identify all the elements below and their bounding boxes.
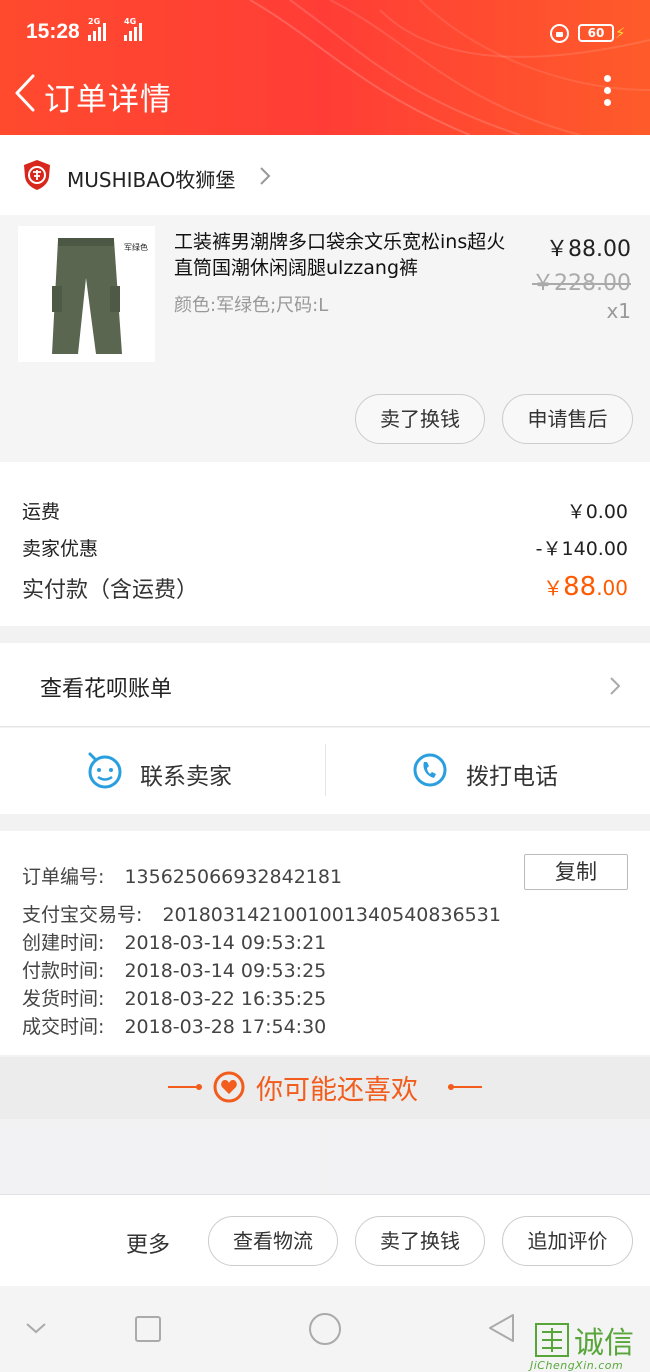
order-info: 订单编号: 135625066932842181 复制 支付宝交易号: 2018… <box>0 831 650 1055</box>
chevron-down-icon[interactable] <box>24 1320 48 1336</box>
contact-seller-label: 联系卖家 <box>140 764 232 790</box>
shipped-time: 2018-03-22 16:35:25 <box>124 988 327 1010</box>
call-phone-label: 拨打电话 <box>466 764 558 790</box>
alipay-trade-number: 2018031421001001340540836531 <box>162 904 501 926</box>
heart-icon <box>213 1071 245 1103</box>
product-original-price: ￥228.00 <box>532 271 631 296</box>
sell-button-bottom[interactable]: 卖了换钱 <box>355 1216 485 1266</box>
image-tag: 军绿色 <box>124 242 148 252</box>
status-bar: 15:28 2G 4G 60 ⚡ <box>0 0 650 48</box>
more-button[interactable]: 更多 <box>126 1227 170 1259</box>
back-triangle-icon[interactable] <box>486 1312 516 1344</box>
product-title[interactable]: 工装裤男潮牌多口袋余文乐宽松ins超火直筒国潮休闲阔腿ulzzang裤 <box>174 229 524 281</box>
product-card[interactable]: 军绿色 工装裤男潮牌多口袋余文乐宽松ins超火直筒国潮休闲阔腿ulzzang裤 … <box>0 215 650 462</box>
shop-row[interactable]: MUSHIBAO牧狮堡 <box>0 135 650 215</box>
discount-value: -￥140.00 <box>535 538 628 560</box>
order-number-row: 订单编号: 135625066932842181 <box>22 862 342 889</box>
decor-dot <box>196 1084 202 1090</box>
discount-row: 卖家优惠 -￥140.00 <box>22 534 628 561</box>
recommend-card[interactable] <box>331 1128 650 1194</box>
recents-square-icon[interactable] <box>134 1315 162 1343</box>
recommend-title: 你可能还喜欢 <box>256 1075 418 1106</box>
paid-label: 实付款（含运费） <box>22 578 199 603</box>
shipped-time-row: 发货时间: 2018-03-22 16:35:25 <box>22 984 326 1011</box>
paid-decimal: .00 <box>596 576 628 600</box>
order-number: 135625066932842181 <box>124 866 343 888</box>
chevron-right-icon <box>610 677 621 695</box>
copy-button[interactable]: 复制 <box>524 854 628 890</box>
alipay-trade-row: 支付宝交易号: 2018031421001001340540836531 <box>22 900 501 927</box>
info-key: 订单编号: <box>22 866 105 888</box>
shipping-row: 运费 ￥0.00 <box>22 497 628 524</box>
signal-label-2: 4G <box>124 17 137 26</box>
status-time: 15:28 <box>26 20 80 43</box>
view-logistics-button[interactable]: 查看物流 <box>208 1216 338 1266</box>
shop-shield-icon <box>24 160 50 190</box>
info-key: 创建时间: <box>22 932 105 954</box>
paid-value: ￥88.00 <box>543 572 628 602</box>
shop-name: MUSHIBAO牧狮堡 <box>67 168 236 192</box>
huabei-bill-row[interactable]: 查看花呗账单 <box>0 643 650 727</box>
recommend-header: 你可能还喜欢 <box>0 1057 650 1119</box>
huabei-label: 查看花呗账单 <box>40 677 173 702</box>
closed-time: 2018-03-28 17:54:30 <box>124 1016 327 1038</box>
page-header: 订单详情 <box>0 48 650 135</box>
watermark-logo-icon <box>535 1323 569 1357</box>
battery-icon: 60 <box>578 24 614 42</box>
lock-icon <box>550 24 569 43</box>
paid-time-row: 付款时间: 2018-03-14 09:53:25 <box>22 956 326 983</box>
info-key: 发货时间: <box>22 988 105 1010</box>
recommend-card[interactable] <box>0 1128 319 1194</box>
signal-icon-2: 4G <box>124 17 142 41</box>
signal-label: 2G <box>88 17 101 26</box>
contact-bar: 联系卖家 拨打电话 <box>0 728 650 814</box>
more-vertical-icon[interactable] <box>598 75 616 111</box>
watermark-text: 诚信 <box>574 1326 634 1361</box>
paid-integer: 88 <box>563 572 597 602</box>
phone-icon <box>413 753 447 787</box>
product-price: ￥88.00 <box>546 237 631 262</box>
paid-symbol: ￥ <box>543 576 564 600</box>
add-review-button[interactable]: 追加评价 <box>502 1216 633 1266</box>
discount-label: 卖家优惠 <box>22 538 99 560</box>
page-title: 订单详情 <box>44 82 172 118</box>
call-phone-button[interactable]: 拨打电话 <box>326 728 650 814</box>
info-key: 成交时间: <box>22 1016 105 1038</box>
back-arrow-icon[interactable] <box>12 73 38 113</box>
contact-seller-button[interactable]: 联系卖家 <box>0 728 325 814</box>
home-circle-icon[interactable] <box>308 1312 342 1346</box>
info-key: 付款时间: <box>22 960 105 982</box>
product-image[interactable]: 军绿色 <box>18 226 155 362</box>
closed-time-row: 成交时间: 2018-03-28 17:54:30 <box>22 1012 326 1039</box>
order-action-bar: 更多 查看物流 卖了换钱 追加评价 <box>0 1194 650 1286</box>
product-quantity: x1 <box>606 299 631 323</box>
fee-summary: 运费 ￥0.00 卖家优惠 -￥140.00 实付款（含运费） ￥88.00 <box>0 462 650 626</box>
pants-image: 军绿色 <box>18 226 155 362</box>
after-sale-button[interactable]: 申请售后 <box>502 394 633 444</box>
sell-button[interactable]: 卖了换钱 <box>355 394 485 444</box>
info-key: 支付宝交易号: <box>22 904 143 926</box>
decor-line <box>448 1086 482 1088</box>
charging-icon: ⚡ <box>615 24 626 42</box>
created-time-row: 创建时间: 2018-03-14 09:53:21 <box>22 928 326 955</box>
watermark-url: JiChengXin.com <box>530 1359 624 1372</box>
paid-time: 2018-03-14 09:53:25 <box>124 960 327 982</box>
chat-face-icon <box>88 752 122 789</box>
signal-icon: 2G <box>88 17 106 41</box>
shipping-label: 运费 <box>22 501 61 523</box>
chevron-right-icon <box>260 167 271 185</box>
created-time: 2018-03-14 09:53:21 <box>124 932 327 954</box>
product-spec: 颜色:军绿色;尺码:L <box>174 295 329 316</box>
shipping-value: ￥0.00 <box>566 501 628 523</box>
